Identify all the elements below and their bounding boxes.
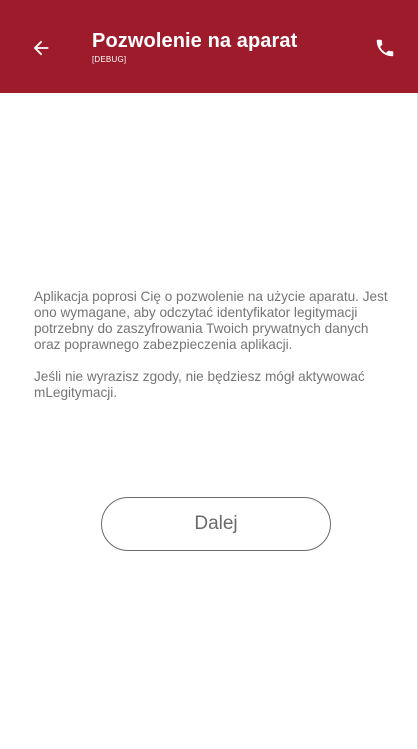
page-title: Pozwolenie na aparat bbox=[92, 30, 298, 52]
screen: Pozwolenie na aparat [DEBUG] Aplikacja p… bbox=[0, 0, 418, 749]
title-block: Pozwolenie na aparat [DEBUG] bbox=[92, 29, 297, 65]
back-button[interactable] bbox=[26, 33, 56, 63]
arrow-back-icon bbox=[33, 40, 49, 56]
permission-warning-text: Jeśli nie wyrazisz zgody, nie będziesz m… bbox=[34, 369, 365, 400]
phone-icon bbox=[376, 39, 394, 57]
permission-description: Aplikacja poprosi Cię o pozwolenie na uż… bbox=[34, 289, 394, 417]
next-button[interactable]: Dalej bbox=[101, 497, 331, 551]
call-button[interactable] bbox=[370, 33, 400, 63]
app-bar: Pozwolenie na aparat [DEBUG] bbox=[0, 0, 418, 93]
debug-label: [DEBUG] bbox=[92, 55, 127, 64]
permission-explanation-text: Aplikacja poprosi Cię o pozwolenie na uż… bbox=[34, 289, 388, 352]
